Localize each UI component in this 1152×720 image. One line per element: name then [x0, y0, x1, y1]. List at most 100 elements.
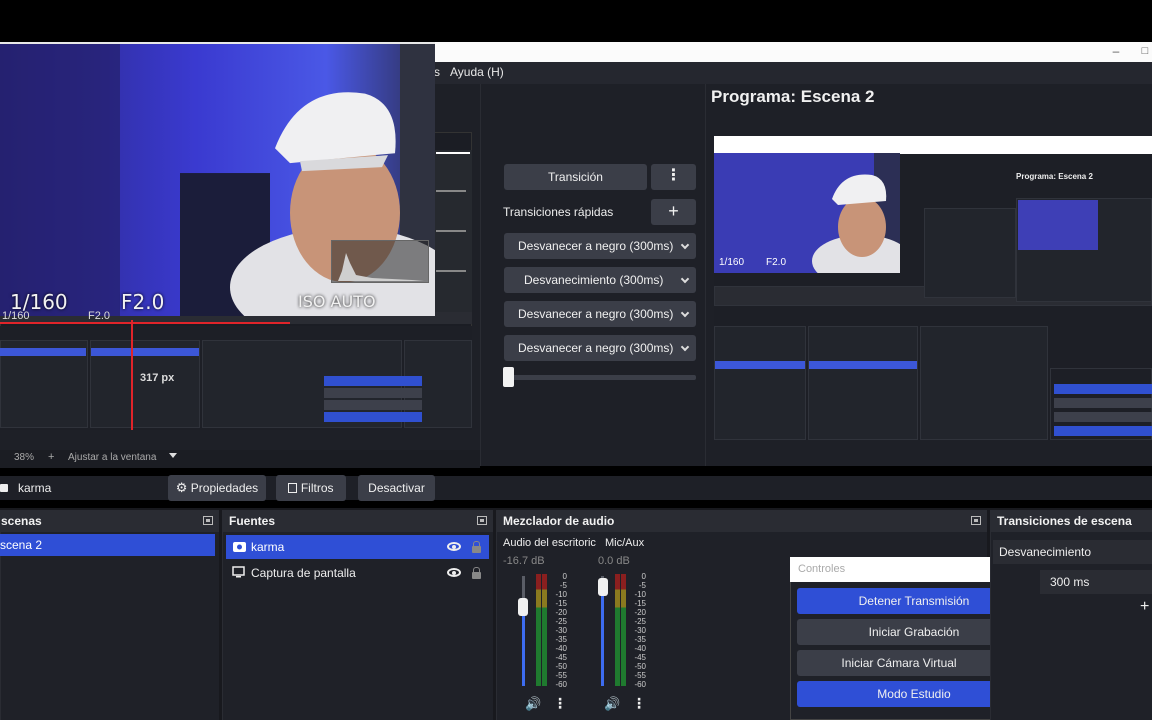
meter-scale-tick: -20 [634, 608, 646, 617]
mixer-channel-db: 0.0 dB [598, 555, 630, 567]
nested-shutter-readout: 1/160 [2, 310, 30, 322]
speaker-icon[interactable]: 🔊 [604, 696, 620, 712]
quick-transition-label: Desvanecer a negro (300ms) [518, 341, 674, 355]
transition-button[interactable]: Transición [504, 164, 647, 190]
meter-scale: 0 -5 -10 -15 -20 -25 -30 -35 -40 -45 -50 -55 -60 [630, 572, 646, 689]
chevron-down-icon [680, 240, 690, 250]
volume-fader-fill [522, 606, 525, 686]
zoom-dropdown-caret-icon[interactable] [169, 453, 177, 458]
meter-scale-tick: -55 [555, 671, 567, 680]
monitor-icon [232, 566, 245, 578]
zoom-fit-label[interactable]: Ajustar a la ventana [68, 452, 156, 463]
histogram-graph [338, 253, 424, 281]
meter-scale-tick: -45 [634, 653, 646, 662]
guide-line-vertical [131, 320, 133, 430]
channel-menu-icon[interactable]: ⋮ [632, 695, 646, 712]
sources-dock-title: Fuentes [223, 510, 493, 532]
transition-slider-track[interactable] [504, 375, 696, 380]
meter-scale-tick: -50 [634, 662, 646, 671]
meter-scale-tick: -25 [555, 617, 567, 626]
maximize-button[interactable]: □ [1138, 44, 1152, 58]
program-nested-webcam [1018, 200, 1098, 250]
transition-duration-field[interactable]: 300 ms [1040, 570, 1152, 594]
deactivate-button[interactable]: Desactivar [358, 475, 435, 501]
add-quick-transition-button[interactable]: + [651, 199, 696, 225]
mixer-channel-name: Audio del escritoric [503, 537, 596, 549]
scene-item-selected[interactable]: scena 2 [0, 534, 215, 556]
chevron-down-icon [680, 342, 690, 352]
iso-readout: ISO AUTO [298, 292, 376, 311]
meter-scale-tick: -35 [555, 635, 567, 644]
top-black-bar [0, 0, 1152, 42]
properties-button[interactable]: ⚙ Propiedades [168, 475, 266, 501]
meter-scale-tick: -40 [634, 644, 646, 653]
camera-glyph [0, 484, 8, 492]
volume-fader-knob[interactable] [598, 578, 608, 596]
program-nested-title: Programa: Escena 2 [1016, 172, 1093, 181]
filters-button[interactable]: Filtros [276, 475, 346, 501]
transition-select[interactable]: Desvanecimiento [993, 540, 1152, 564]
add-transition-button[interactable]: + [1140, 598, 1149, 616]
meter-scale-tick: -10 [555, 590, 567, 599]
meter-scale-tick: -10 [634, 590, 646, 599]
quick-transition-2[interactable]: Desvanecimiento (300ms) [504, 267, 696, 293]
quick-transition-label: Desvanecer a negro (300ms) [518, 239, 674, 253]
program-aperture-readout: F2.0 [766, 257, 787, 268]
meter-scale-tick: 0 [562, 572, 567, 581]
meter-scale-tick: -5 [638, 581, 646, 590]
quick-transition-label: Desvanecer a negro (300ms) [518, 307, 674, 321]
transitions-dock-title: Transiciones de escena [991, 510, 1152, 532]
camera-icon [233, 542, 246, 552]
meter-scale-tick: -30 [634, 626, 646, 635]
start-virtual-camera-button[interactable]: Iniciar Cámara Virtual [797, 650, 1001, 676]
distance-label: 317 px [140, 372, 175, 384]
transition-menu-button[interactable]: ⋮ [651, 164, 696, 190]
program-nested-titlebar [714, 136, 1152, 154]
undock-icon[interactable] [477, 516, 487, 525]
chevron-down-icon [680, 308, 690, 318]
scenes-dock-title: scenas [1, 510, 219, 532]
meter-scale-tick: -15 [555, 599, 567, 608]
lock-icon[interactable] [472, 567, 481, 579]
lock-icon[interactable] [472, 541, 481, 553]
properties-label: Propiedades [190, 481, 259, 495]
meter-scale-tick: -45 [555, 653, 567, 662]
meter-scale-tick: -20 [555, 608, 567, 617]
webcam-overlay: 1/160 F2.0 ISO AUTO [0, 42, 435, 316]
audio-meter [615, 574, 627, 686]
meter-scale-tick: 0 [641, 572, 646, 581]
minimize-button[interactable]: – [1108, 44, 1124, 58]
transition-slider-handle[interactable] [503, 367, 514, 387]
speaker-icon[interactable]: 🔊 [525, 696, 541, 712]
volume-fader-fill [601, 587, 604, 686]
visibility-eye-icon[interactable] [447, 542, 461, 551]
program-webcam-image [714, 153, 900, 273]
undock-icon[interactable] [203, 516, 213, 525]
meter-scale-tick: -15 [634, 599, 646, 608]
gear-icon: ⚙ [175, 480, 188, 495]
meter-scale-tick: -60 [634, 680, 646, 689]
quick-transitions-label: Transiciones rápidas [503, 205, 614, 219]
zoom-in-button[interactable]: + [48, 451, 54, 463]
quick-transition-4[interactable]: Desvanecer a negro (300ms) [504, 335, 696, 361]
meter-scale-tick: -25 [634, 617, 646, 626]
meter-scale-tick: -55 [634, 671, 646, 680]
quick-transition-1[interactable]: Desvanecer a negro (300ms) [504, 233, 696, 259]
camera-icon [0, 481, 8, 493]
source-item-label[interactable]: Captura de pantalla [251, 566, 356, 580]
meter-scale-tick: -60 [555, 680, 567, 689]
quick-transition-3[interactable]: Desvanecer a negro (300ms) [504, 301, 696, 327]
volume-fader-knob[interactable] [518, 597, 528, 616]
visibility-eye-icon[interactable] [447, 568, 461, 577]
meter-scale-tick: -30 [555, 626, 567, 635]
program-webcam-thumbnail [714, 153, 900, 273]
program-shutter-readout: 1/160 [719, 257, 745, 268]
program-title: Programa: Escena 2 [711, 87, 875, 106]
mixer-channel-name: Mic/Aux [605, 537, 645, 549]
meter-scale-tick: -35 [634, 635, 646, 644]
undock-icon[interactable] [971, 516, 981, 525]
meter-scale-tick: -40 [555, 644, 567, 653]
channel-menu-icon[interactable]: ⋮ [553, 695, 567, 712]
nested-aperture-readout: F2.0 [88, 310, 111, 322]
menu-item-help[interactable]: Ayuda (H) [450, 65, 504, 79]
